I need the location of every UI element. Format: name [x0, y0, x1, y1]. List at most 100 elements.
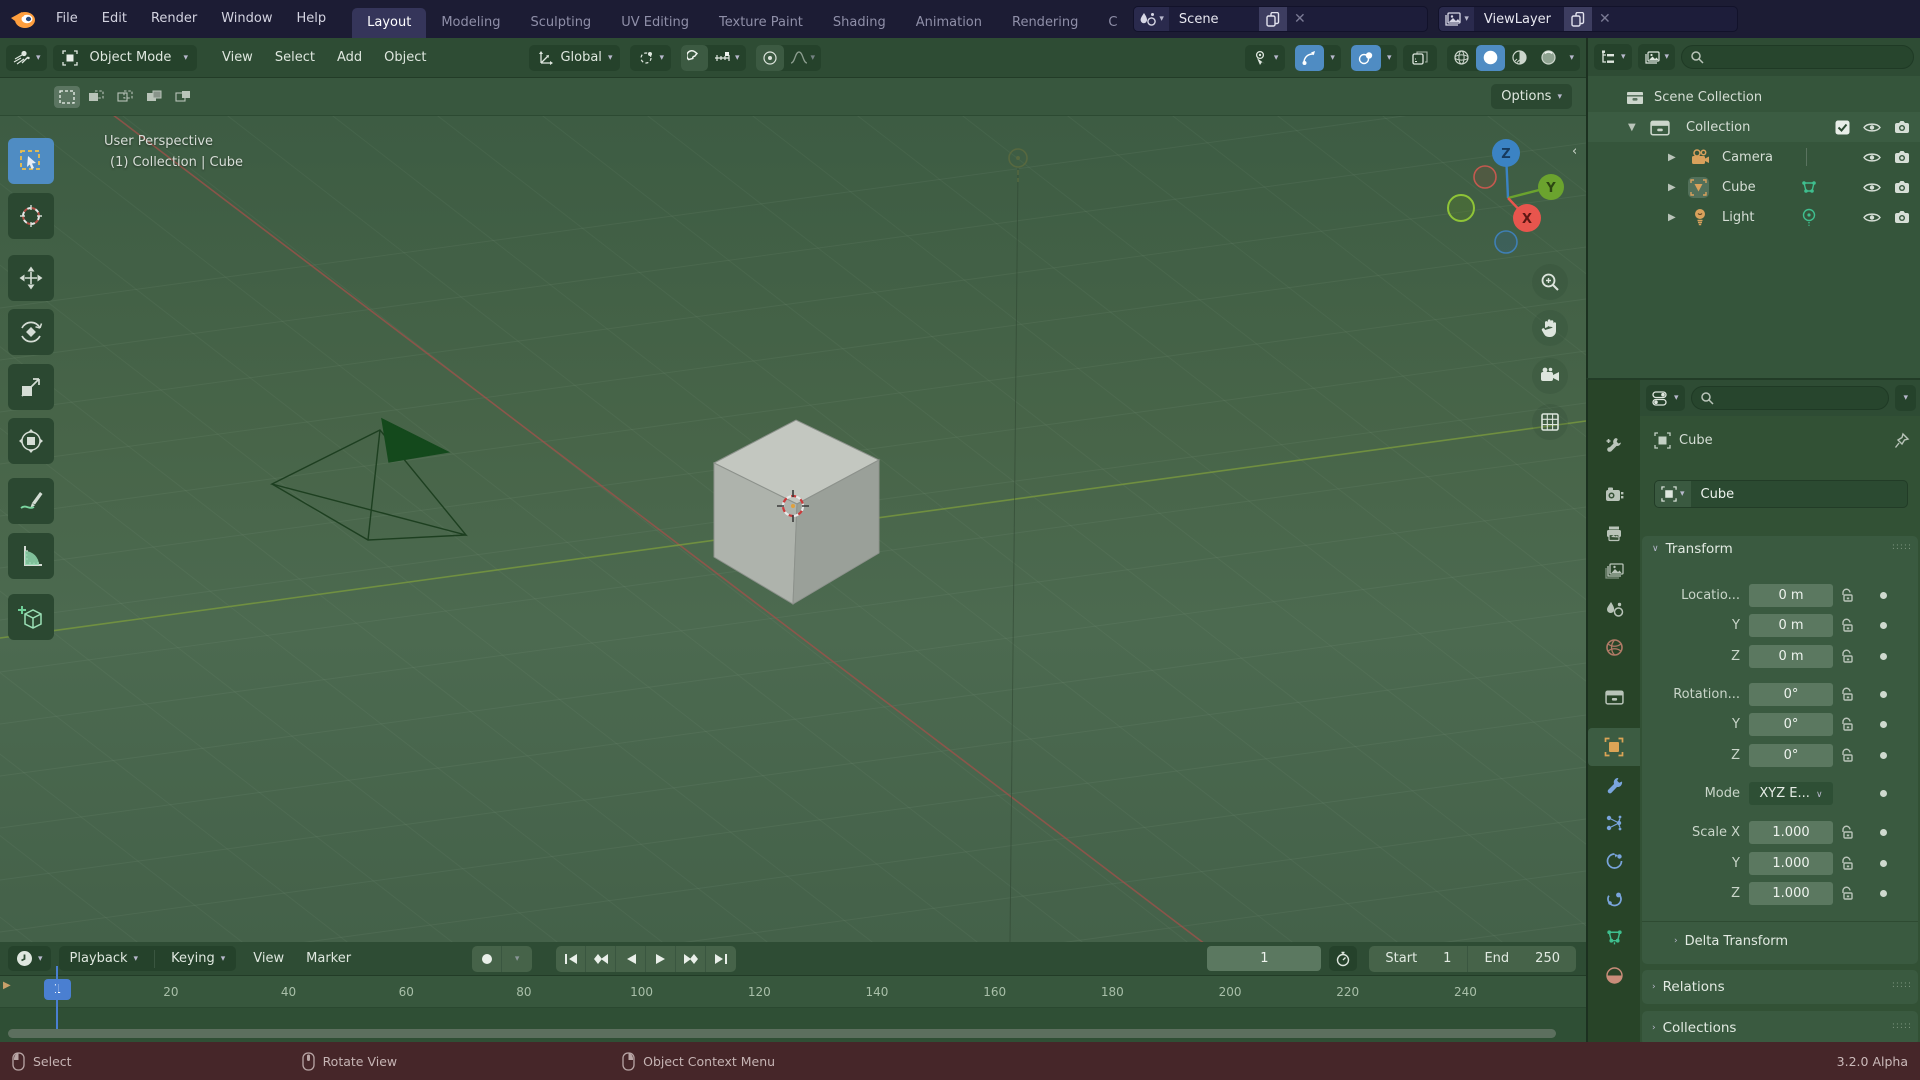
timeline-scrollbar[interactable] — [8, 1029, 1556, 1038]
options-button[interactable]: Options ▾ — [1491, 84, 1572, 109]
select-mode-invert[interactable] — [141, 86, 167, 108]
properties-search[interactable] — [1690, 386, 1890, 410]
animate-dot[interactable] — [1880, 751, 1887, 759]
menu-file[interactable]: File — [44, 0, 90, 38]
rotation-z-field[interactable]: 0° — [1749, 743, 1833, 767]
panel-drag-handle[interactable]: ::::: — [1892, 980, 1912, 990]
menu-playback[interactable]: Playback ▾ — [59, 951, 150, 966]
animate-dot[interactable] — [1880, 789, 1887, 797]
animate-dot[interactable] — [1880, 828, 1887, 836]
camera-object[interactable] — [270, 417, 468, 541]
lock-open-icon[interactable] — [1840, 588, 1854, 603]
animate-dot[interactable] — [1880, 591, 1887, 599]
object-browse-button[interactable]: ▾ — [1655, 481, 1691, 507]
view-layer-browse-button[interactable]: ▾ — [1439, 7, 1474, 31]
tool-transform[interactable] — [8, 418, 54, 464]
tab-compositing-cut[interactable]: C — [1093, 8, 1123, 38]
tab-render[interactable] — [1588, 476, 1640, 514]
outliner-search[interactable] — [1681, 45, 1914, 69]
falloff-dropdown[interactable]: ▾ — [784, 45, 822, 71]
menu-view[interactable]: View — [211, 50, 264, 65]
select-mode-intersect[interactable] — [170, 86, 196, 108]
pin-icon[interactable] — [1894, 432, 1910, 449]
disable-render-camera-icon[interactable] — [1894, 120, 1910, 134]
tab-scene[interactable] — [1588, 590, 1640, 628]
animate-dot[interactable] — [1880, 690, 1887, 698]
properties-options-dropdown[interactable]: ▾ — [1895, 385, 1916, 411]
lock-open-icon[interactable] — [1840, 856, 1854, 871]
scale-z-field[interactable]: 1.000 — [1749, 881, 1833, 905]
jump-to-start-button[interactable] — [556, 945, 587, 972]
snap-target-dropdown[interactable]: ▾ — [708, 45, 746, 71]
disclosure-triangle-icon[interactable]: ▼ — [1628, 122, 1636, 133]
play-button[interactable] — [646, 945, 677, 972]
lock-open-icon[interactable] — [1840, 886, 1854, 901]
tab-particles[interactable] — [1588, 804, 1640, 842]
cube-object[interactable] — [712, 419, 881, 605]
scene-name[interactable]: Scene — [1169, 12, 1259, 27]
tool-cursor[interactable] — [8, 193, 54, 239]
scene-unlink-button[interactable]: ✕ — [1287, 11, 1313, 27]
select-mode-subtract[interactable] — [112, 86, 138, 108]
viewport-canvas[interactable]: Z Y X User Perspective (1) Collection | … — [0, 116, 1586, 942]
view-layer-remove-button[interactable]: ✕ — [1592, 11, 1618, 27]
tab-object-data[interactable] — [1588, 918, 1640, 956]
sidebar-collapse-arrow[interactable]: ‹ — [1572, 144, 1577, 159]
lock-open-icon[interactable] — [1840, 748, 1854, 763]
camera-view-button[interactable] — [1532, 358, 1568, 394]
row-light[interactable]: ▶ Light — [1588, 202, 1920, 232]
location-y-field[interactable]: 0 m — [1749, 613, 1833, 637]
properties-editor-type-button[interactable]: ▾ — [1646, 385, 1685, 411]
shading-wireframe-button[interactable] — [1447, 45, 1476, 71]
outliner-editor-type-button[interactable]: ▾ — [1594, 44, 1632, 70]
object-name-field[interactable]: Cube — [1691, 487, 1735, 502]
relations-panel-header[interactable]: › Relations — [1652, 975, 1725, 999]
shading-dropdown[interactable]: ▾ — [1563, 45, 1580, 71]
prev-keyframe-button[interactable] — [586, 945, 617, 972]
hide-eye-icon[interactable] — [1863, 181, 1881, 194]
tab-uv-editing[interactable]: UV Editing — [606, 8, 704, 38]
lock-open-icon[interactable] — [1840, 618, 1854, 633]
play-reverse-button[interactable] — [616, 945, 647, 972]
hide-eye-icon[interactable] — [1863, 151, 1881, 164]
transform-orientation-dropdown[interactable]: Global ▾ — [529, 44, 621, 71]
tab-rendering[interactable]: Rendering — [997, 8, 1093, 38]
menu-object[interactable]: Object — [373, 50, 437, 65]
location-z-field[interactable]: 0 m — [1749, 644, 1833, 668]
disable-render-camera-icon[interactable] — [1894, 150, 1910, 164]
tool-scale[interactable] — [8, 364, 54, 410]
tab-view-layer[interactable] — [1588, 552, 1640, 590]
lock-open-icon[interactable] — [1840, 687, 1854, 702]
viewport-3d[interactable]: ▾ Object Mode ▾ View Select Add Object G… — [0, 38, 1586, 942]
end-frame-field[interactable]: End 250 — [1467, 945, 1576, 972]
tab-object[interactable] — [1588, 728, 1640, 766]
scene-browse-button[interactable]: ▾ — [1134, 7, 1169, 31]
menu-render[interactable]: Render — [139, 0, 209, 38]
show-gizmos-toggle[interactable] — [1295, 44, 1325, 71]
timeline-track[interactable] — [0, 1009, 1586, 1025]
view-layer-name[interactable]: ViewLayer — [1474, 12, 1564, 27]
jump-to-end-button[interactable] — [706, 946, 736, 972]
hide-eye-icon[interactable] — [1863, 211, 1881, 224]
breadcrumb-object[interactable]: Cube — [1679, 433, 1713, 448]
scale-x-field[interactable]: 1.000 — [1749, 820, 1833, 844]
tab-texture-paint[interactable]: Texture Paint — [704, 8, 818, 38]
collections-panel-header[interactable]: › Collections — [1652, 1016, 1736, 1040]
tab-layout[interactable]: Layout — [352, 8, 427, 38]
tab-shading[interactable]: Shading — [818, 8, 901, 38]
scene-copy-button[interactable] — [1258, 7, 1287, 31]
timeline-ruler[interactable]: 2040 6080 100120 140160 180200 220240 1 — [0, 976, 1586, 1008]
tab-modifiers[interactable] — [1588, 766, 1640, 804]
nav-axis-gizmo[interactable]: Z Y X — [1447, 139, 1564, 254]
animate-dot[interactable] — [1880, 859, 1887, 867]
tab-material[interactable] — [1588, 956, 1640, 994]
gizmos-dropdown[interactable]: ▾ — [1324, 45, 1341, 71]
overlays-dropdown[interactable]: ▾ — [1381, 45, 1398, 71]
animate-dot[interactable] — [1880, 889, 1887, 897]
select-mode-extend[interactable] — [83, 86, 109, 108]
hide-eye-icon[interactable] — [1863, 121, 1881, 134]
disable-render-camera-icon[interactable] — [1894, 180, 1910, 194]
xray-toggle[interactable] — [1403, 44, 1438, 71]
rotation-y-field[interactable]: 0° — [1749, 712, 1833, 736]
pivot-point-dropdown[interactable]: ▾ — [630, 44, 671, 71]
